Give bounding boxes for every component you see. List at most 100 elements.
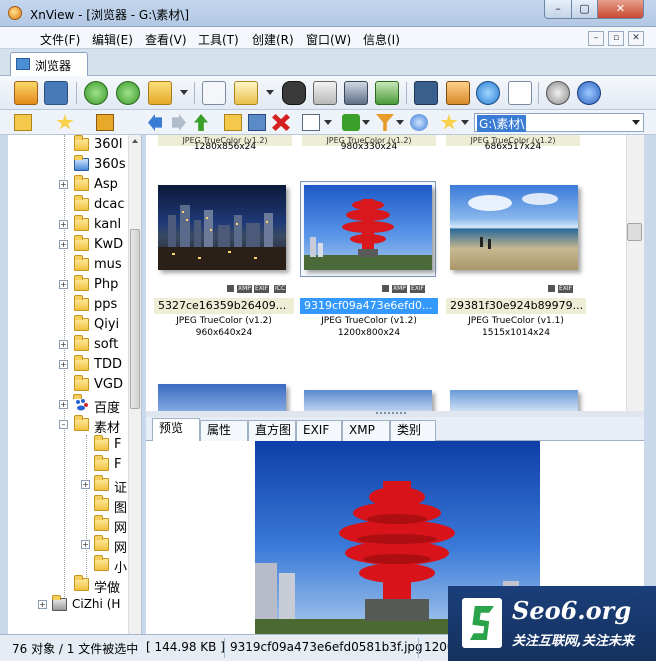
tree-item[interactable]: + Php [8,275,126,295]
thumbnail-partial[interactable] [450,390,578,411]
expand-toggle[interactable]: + [59,240,68,249]
rotate-left-icon[interactable] [84,81,108,105]
folders-panel-icon[interactable] [14,114,32,131]
favorites-star-icon[interactable] [56,114,74,130]
tree-item[interactable]: dcac [8,195,126,215]
new-folder-icon[interactable] [224,114,242,131]
tree-item[interactable]: + KwD [8,235,126,255]
tree-item[interactable]: F [8,435,126,455]
thumbnail-scroll-thumb[interactable] [627,223,642,241]
expand-toggle[interactable]: + [38,600,47,609]
tree-item[interactable]: + kanl [8,215,126,235]
parent-folder-icon[interactable] [194,114,208,131]
menu-window[interactable]: 窗口(W) [306,31,351,48]
tree-item[interactable]: – 素材 [8,415,126,436]
menu-view[interactable]: 查看(V) [145,31,187,48]
tree-item[interactable]: + 证 [8,475,127,496]
tree-item[interactable]: 图 [8,495,127,516]
thumb-filename[interactable]: 29381f30e924b89979... [446,298,586,314]
tree-item[interactable]: mus [8,255,126,275]
tree-item[interactable]: + 百度 [8,394,126,416]
back-arrow-icon[interactable] [148,114,162,131]
refresh-icon[interactable] [410,114,428,131]
thumbnail-pane[interactable]: JPEG TrueColor (v1.2) 1280x856x24 JPEG T… [146,135,644,411]
move-icon[interactable] [248,114,266,131]
tree-item[interactable]: + 网 [8,535,127,556]
expand-toggle[interactable]: + [81,480,90,489]
tab-preview[interactable]: 预览 [152,418,200,442]
mdi-minimize-button[interactable]: – [588,31,604,46]
tree-scroll-up-icon[interactable] [132,139,138,143]
camera-icon[interactable] [414,81,438,105]
tree-item[interactable]: 网 [8,515,127,536]
sort-dropdown-icon[interactable] [362,120,370,125]
mdi-restore-button[interactable]: ▫ [608,31,624,46]
xnview-app-icon[interactable] [8,6,22,20]
splitter-grip[interactable] [376,412,406,416]
tree-item[interactable]: 学做 [8,575,126,596]
view-mode-dropdown-icon[interactable] [324,120,332,125]
tree-item[interactable]: F [8,455,126,475]
menu-create[interactable]: 创建(R) [252,31,294,48]
copy-to-dropdown-icon[interactable] [266,90,274,95]
thumbnail-scrollbar[interactable] [626,135,644,411]
settings-gear-icon[interactable] [546,81,570,105]
address-input[interactable]: G:\素材\ [474,113,644,132]
thumb-filename[interactable]: 9319cf09a473e6efd0... [300,298,438,314]
tab-histogram[interactable]: 直方图 [248,420,296,441]
tree-item[interactable]: 小 [8,555,127,576]
tree-item[interactable]: + TDD [8,355,126,375]
scanner-icon[interactable] [344,81,368,105]
slideshow-icon[interactable] [446,81,470,105]
tab-properties[interactable]: 属性 [200,420,248,441]
tree-item[interactable]: 360l [8,135,126,155]
info-page-icon[interactable] [202,81,226,105]
filter-icon[interactable] [376,114,394,131]
thumbnail-partial[interactable] [304,390,432,411]
menu-tools[interactable]: 工具(T) [198,31,239,48]
folder-tree[interactable]: 360l 360s + Asp dcac + kanl + KwD mus + … [8,135,142,634]
thumb-filename[interactable]: 5327ce16359b26409... [154,298,294,314]
menu-edit[interactable]: 编辑(E) [92,31,133,48]
tree-item[interactable]: 360s [8,155,126,175]
expand-toggle[interactable]: + [59,180,68,189]
convert-icon[interactable] [148,81,172,105]
tab-browser[interactable]: 浏览器 [10,52,88,76]
address-dropdown-icon[interactable] [632,120,640,125]
tab-exif[interactable]: EXIF [296,420,342,441]
tree-scroll-thumb[interactable] [130,229,140,409]
fullscreen-icon[interactable] [44,81,68,105]
thumbnail-partial[interactable] [158,384,286,411]
mdi-close-button[interactable]: ✕ [628,31,644,46]
tree-item[interactable]: Qiyi [8,315,126,335]
export-icon[interactable] [375,81,399,105]
web-globe-icon[interactable] [476,81,500,105]
tree-item[interactable]: VGD [8,375,126,395]
tree-item[interactable]: + Asp [8,175,126,195]
maximize-button[interactable]: ▢ [571,0,598,19]
thumbnail-beach[interactable] [450,185,578,270]
menu-info[interactable]: 信息(I) [363,31,400,48]
view-mode-icon[interactable] [302,114,320,131]
close-button[interactable]: ✕ [597,0,644,19]
thumbnail-city-night[interactable] [158,185,286,270]
bookmark-dropdown-icon[interactable] [461,120,469,125]
expand-toggle[interactable]: + [59,280,68,289]
bookmark-star-icon[interactable] [440,114,458,130]
menu-file[interactable]: 文件(F) [40,31,80,48]
expand-toggle[interactable]: + [59,220,68,229]
sort-icon[interactable] [342,114,360,131]
thumbnail-red-sculpture[interactable] [304,185,432,270]
tab-xmp[interactable]: XMP [342,420,390,441]
copy-to-icon[interactable] [234,81,258,105]
tree-item[interactable]: + CiZhi (H [8,595,126,615]
delete-x-icon[interactable] [272,114,290,131]
convert-dropdown-icon[interactable] [180,90,188,95]
expand-toggle[interactable]: + [81,540,90,549]
tree-item[interactable]: pps [8,295,126,315]
forward-arrow-icon[interactable] [172,114,186,131]
contact-sheet-icon[interactable] [508,81,532,105]
collapse-toggle[interactable]: – [59,420,68,429]
rotate-right-icon[interactable] [116,81,140,105]
minimize-button[interactable]: – [544,0,572,19]
